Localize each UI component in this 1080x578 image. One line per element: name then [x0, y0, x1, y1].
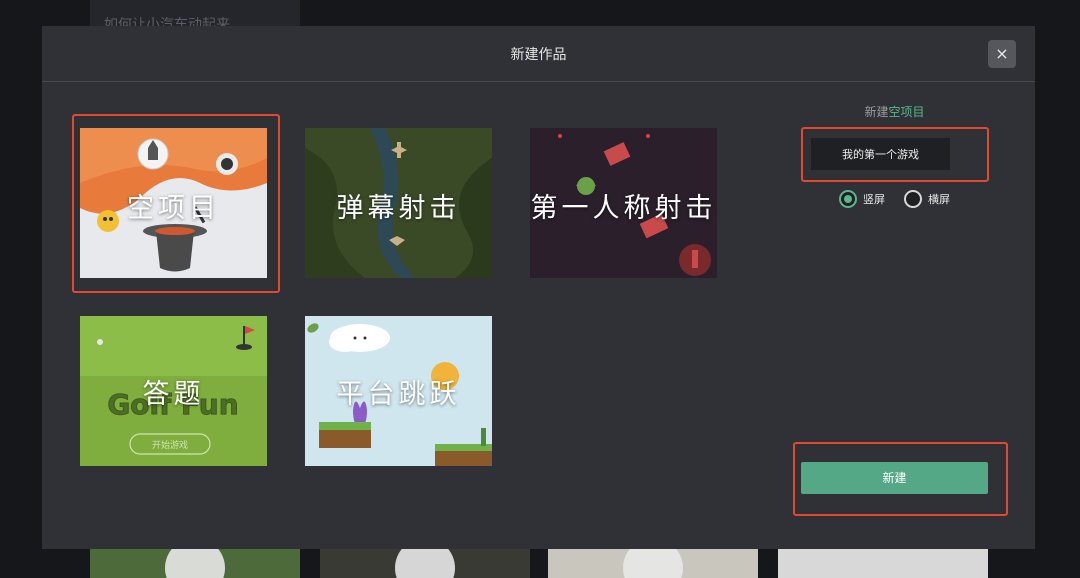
template-card-bullet-hell[interactable]: 弹幕射击	[305, 128, 492, 278]
panel-title-prefix: 新建	[864, 105, 889, 119]
background-card	[778, 548, 988, 578]
portrait-label: 竖屏	[863, 193, 885, 206]
close-button[interactable]: ×	[988, 40, 1016, 68]
template-label: 第一人称射击	[530, 193, 717, 224]
template-card-empty[interactable]: 空项目	[80, 128, 267, 278]
template-card-fps[interactable]: 第一人称射击	[530, 128, 717, 278]
create-button[interactable]: 新建	[801, 462, 988, 494]
background-card	[320, 548, 530, 578]
close-icon: ×	[995, 44, 1009, 63]
landscape-label: 横屏	[928, 193, 950, 206]
panel-title-selected: 空项目	[888, 105, 925, 119]
orientation-landscape-option[interactable]: 横屏	[904, 190, 950, 208]
template-label: 平台跳跃	[336, 379, 461, 410]
new-project-dialog: 新建作品 × 空项目 弹幕射击 第一人称射击 Golf Fun 开始游戏 答题 …	[42, 26, 1035, 549]
background-card	[548, 548, 758, 578]
project-name-input[interactable]	[811, 138, 950, 170]
dialog-header: 新建作品 ×	[42, 26, 1035, 82]
orientation-portrait-option[interactable]: 竖屏	[839, 190, 885, 208]
template-card-platformer[interactable]: 平台跳跃	[305, 316, 492, 466]
start-game-text: 开始游戏	[152, 439, 188, 451]
template-card-quiz[interactable]: Golf Fun 开始游戏 答题	[80, 316, 267, 466]
template-label: 弹幕射击	[336, 193, 461, 224]
portrait-radio[interactable]	[839, 190, 857, 208]
template-label: 空项目	[127, 193, 220, 224]
template-label: 答题	[142, 379, 205, 410]
dialog-title: 新建作品	[510, 47, 567, 63]
background-card	[90, 548, 300, 578]
panel-title: 新建空项目	[812, 103, 977, 120]
landscape-radio[interactable]	[904, 190, 922, 208]
